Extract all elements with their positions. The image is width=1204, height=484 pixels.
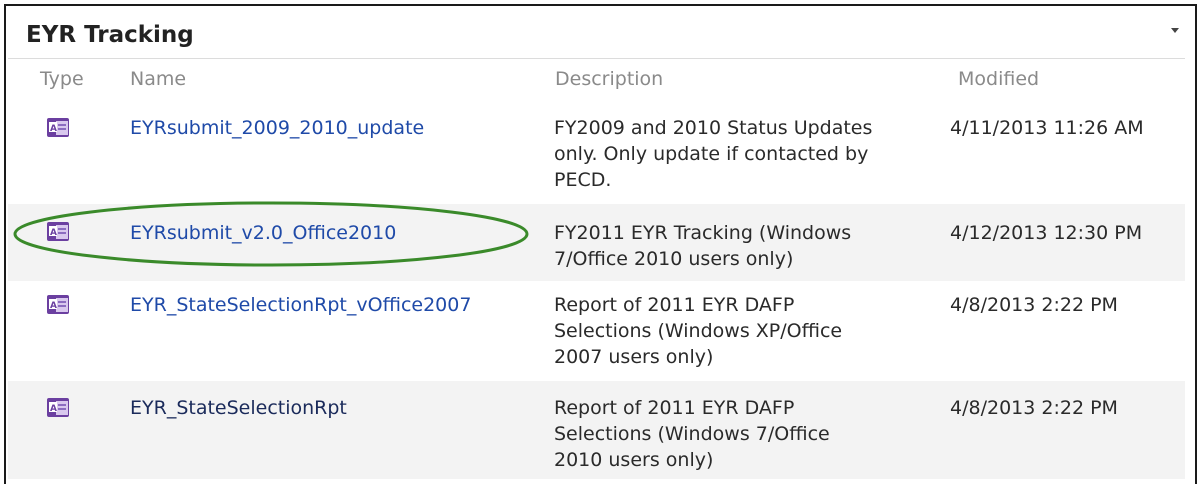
description-line: 2010 users only) [554,449,714,471]
svg-text:A: A [50,228,57,238]
webpart-menu-dropdown-icon[interactable] [1171,28,1179,33]
table-row: A EYR_StateSelectionRpt Report of 2011 E… [8,381,1185,479]
description-line: 7/Office 2010 users only) [554,248,794,270]
column-header-modified[interactable]: Modified [958,68,1039,90]
document-description: FY2009 and 2010 Status Updates only. Onl… [554,115,904,193]
column-header-description[interactable]: Description [555,68,663,90]
document-link[interactable]: EYRsubmit_2009_2010_update [130,115,424,141]
description-line: FY2011 EYR Tracking (Windows [554,222,852,244]
description-line: Report of 2011 EYR DAFP [554,397,795,419]
modified-date: 4/12/2013 12:30 PM [950,222,1143,244]
column-header-name[interactable]: Name [130,68,186,90]
document-link[interactable]: EYRsubmit_v2.0_Office2010 [130,220,396,246]
description-line: FY2009 and 2010 Status Updates [554,117,873,139]
description-line: Selections (Windows 7/Office [554,423,830,445]
webpart-title[interactable]: EYR Tracking [26,22,194,48]
table-row: A EYRsubmit_2009_2010_update FY2009 and … [8,107,1185,204]
table-row: A EYRsubmit_v2.0_Office2010 FY2011 EYR T… [8,204,1185,281]
document-link[interactable]: EYR_StateSelectionRpt_vOffice2007 [130,292,471,318]
access-database-icon[interactable]: A [44,115,72,140]
table-row: A EYR_StateSelectionRpt_vOffice2007 Repo… [8,281,1185,381]
modified-date: 4/11/2013 11:26 AM [950,117,1144,139]
svg-text:A: A [50,301,57,311]
svg-text:A: A [50,124,57,134]
description-line: Report of 2011 EYR DAFP [554,294,795,316]
description-line: only. Only update if contacted by [554,143,869,165]
document-description: Report of 2011 EYR DAFP Selections (Wind… [554,292,904,370]
document-description: Report of 2011 EYR DAFP Selections (Wind… [554,395,904,473]
document-link[interactable]: EYR_StateSelectionRpt [130,395,347,421]
modified-date: 4/8/2013 2:22 PM [950,397,1118,419]
access-database-icon[interactable]: A [44,219,72,244]
document-description: FY2011 EYR Tracking (Windows 7/Office 20… [554,220,904,272]
access-database-icon[interactable]: A [44,292,72,317]
description-line: PECD. [554,169,612,191]
column-header-type[interactable]: Type [40,68,84,90]
webpart-header: EYR Tracking [8,14,1185,59]
access-database-icon[interactable]: A [44,395,72,420]
svg-text:A: A [50,404,57,414]
description-line: 2007 users only) [554,346,714,368]
description-line: Selections (Windows XP/Office [554,320,843,342]
modified-date: 4/8/2013 2:22 PM [950,294,1118,316]
